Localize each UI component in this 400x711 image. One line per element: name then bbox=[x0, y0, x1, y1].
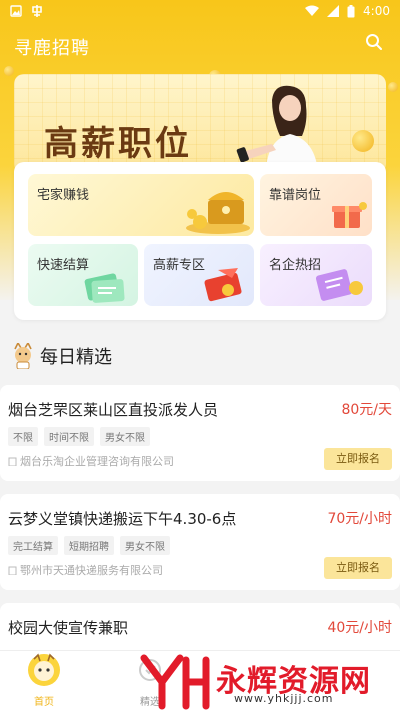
banner-title: 高薪职位 bbox=[44, 124, 192, 164]
signal-icon bbox=[327, 5, 340, 17]
apply-button[interactable]: 立即报名 bbox=[324, 557, 392, 579]
woman-with-phone-illustration bbox=[236, 85, 318, 174]
gift-box-icon bbox=[332, 202, 367, 228]
category-tile-famous-companies[interactable]: 名企热招 bbox=[260, 244, 372, 306]
building-icon bbox=[8, 566, 17, 575]
company-name-text: 鄂州市天通快递服务有限公司 bbox=[20, 564, 163, 577]
floating-coin bbox=[4, 66, 14, 76]
category-tile-fast-settlement[interactable]: 快速结算 bbox=[28, 244, 138, 306]
company-name: 鄂州市天通快递服务有限公司 bbox=[8, 562, 163, 578]
job-salary: 70元/小时 bbox=[327, 511, 392, 527]
wifi-icon bbox=[305, 5, 320, 16]
status-bar: 4:00 bbox=[0, 0, 400, 24]
company-name-text: 烟台乐淘企业管理咨询有限公司 bbox=[20, 455, 174, 468]
job-tag: 男女不限 bbox=[100, 427, 150, 446]
status-time: 4:00 bbox=[363, 4, 390, 18]
job-salary: 40元/小时 bbox=[327, 620, 392, 636]
battery-icon bbox=[347, 4, 355, 17]
job-title: 云梦义堂镇快递搬运下午4.30-6点 bbox=[8, 510, 237, 528]
category-tile-high-salary[interactable]: 高薪专区 bbox=[144, 244, 254, 306]
treasure-chest-icon bbox=[186, 192, 250, 234]
nav-label: 首页 bbox=[34, 697, 54, 708]
apply-button[interactable]: 立即报名 bbox=[324, 448, 392, 470]
watermark: 永辉资源网 www.yhkjjj.com bbox=[140, 654, 400, 710]
job-card[interactable]: 云梦义堂镇快递搬运下午4.30-6点 70元/小时 完工结算 短期招聘 男女不限… bbox=[0, 494, 400, 590]
job-tag: 男女不限 bbox=[120, 536, 170, 555]
category-label: 靠谱岗位 bbox=[269, 188, 322, 203]
document-icon bbox=[315, 269, 363, 301]
watermark-logo-icon bbox=[140, 654, 210, 710]
nav-item-home[interactable]: 首页 bbox=[14, 653, 74, 708]
category-tile-reliable-jobs[interactable]: 靠谱岗位 bbox=[260, 174, 372, 236]
promo-banner[interactable]: 高薪职位 bbox=[14, 74, 386, 174]
floating-coin bbox=[388, 82, 398, 92]
job-tag: 时间不限 bbox=[44, 427, 94, 446]
job-tag: 完工结算 bbox=[8, 536, 58, 555]
daily-picks-header: 每日精选 bbox=[12, 342, 112, 370]
job-title: 烟台芝罘区莱山区直投派发人员 bbox=[8, 401, 219, 419]
job-card[interactable]: 烟台芝罘区莱山区直投派发人员 80元/天 不限 时间不限 男女不限 烟台乐淘企业… bbox=[0, 385, 400, 481]
home-mascot-icon bbox=[28, 653, 60, 686]
job-tag: 短期招聘 bbox=[64, 536, 114, 555]
app-title: 寻鹿招聘 bbox=[14, 38, 90, 59]
company-name: 烟台乐淘企业管理咨询有限公司 bbox=[8, 453, 174, 469]
red-envelope-icon bbox=[204, 268, 242, 302]
building-icon bbox=[8, 457, 17, 466]
search-button[interactable] bbox=[364, 32, 384, 52]
job-salary: 80元/天 bbox=[341, 402, 392, 418]
watermark-url: www.yhkjjj.com bbox=[234, 692, 334, 705]
job-tags: 完工结算 短期招聘 男女不限 bbox=[8, 536, 170, 555]
job-title: 校园大使宣传兼职 bbox=[8, 619, 129, 637]
job-tag: 不限 bbox=[8, 427, 38, 446]
category-tile-home-earning[interactable]: 宅家赚钱 bbox=[28, 174, 254, 236]
mascot-icon bbox=[14, 343, 32, 369]
image-icon bbox=[10, 5, 22, 17]
app-notification-icon bbox=[32, 5, 42, 17]
bill-icon bbox=[84, 273, 125, 303]
banner-coin bbox=[352, 130, 374, 152]
category-label: 宅家赚钱 bbox=[37, 188, 90, 203]
section-title: 每日精选 bbox=[40, 347, 112, 368]
search-icon bbox=[366, 34, 382, 50]
app-bar: 寻鹿招聘 bbox=[0, 24, 400, 64]
category-grid: 宅家赚钱 靠谱岗位 快速结算 高薪专区 名企热招 bbox=[14, 162, 386, 320]
job-tags: 不限 时间不限 男女不限 bbox=[8, 427, 150, 446]
